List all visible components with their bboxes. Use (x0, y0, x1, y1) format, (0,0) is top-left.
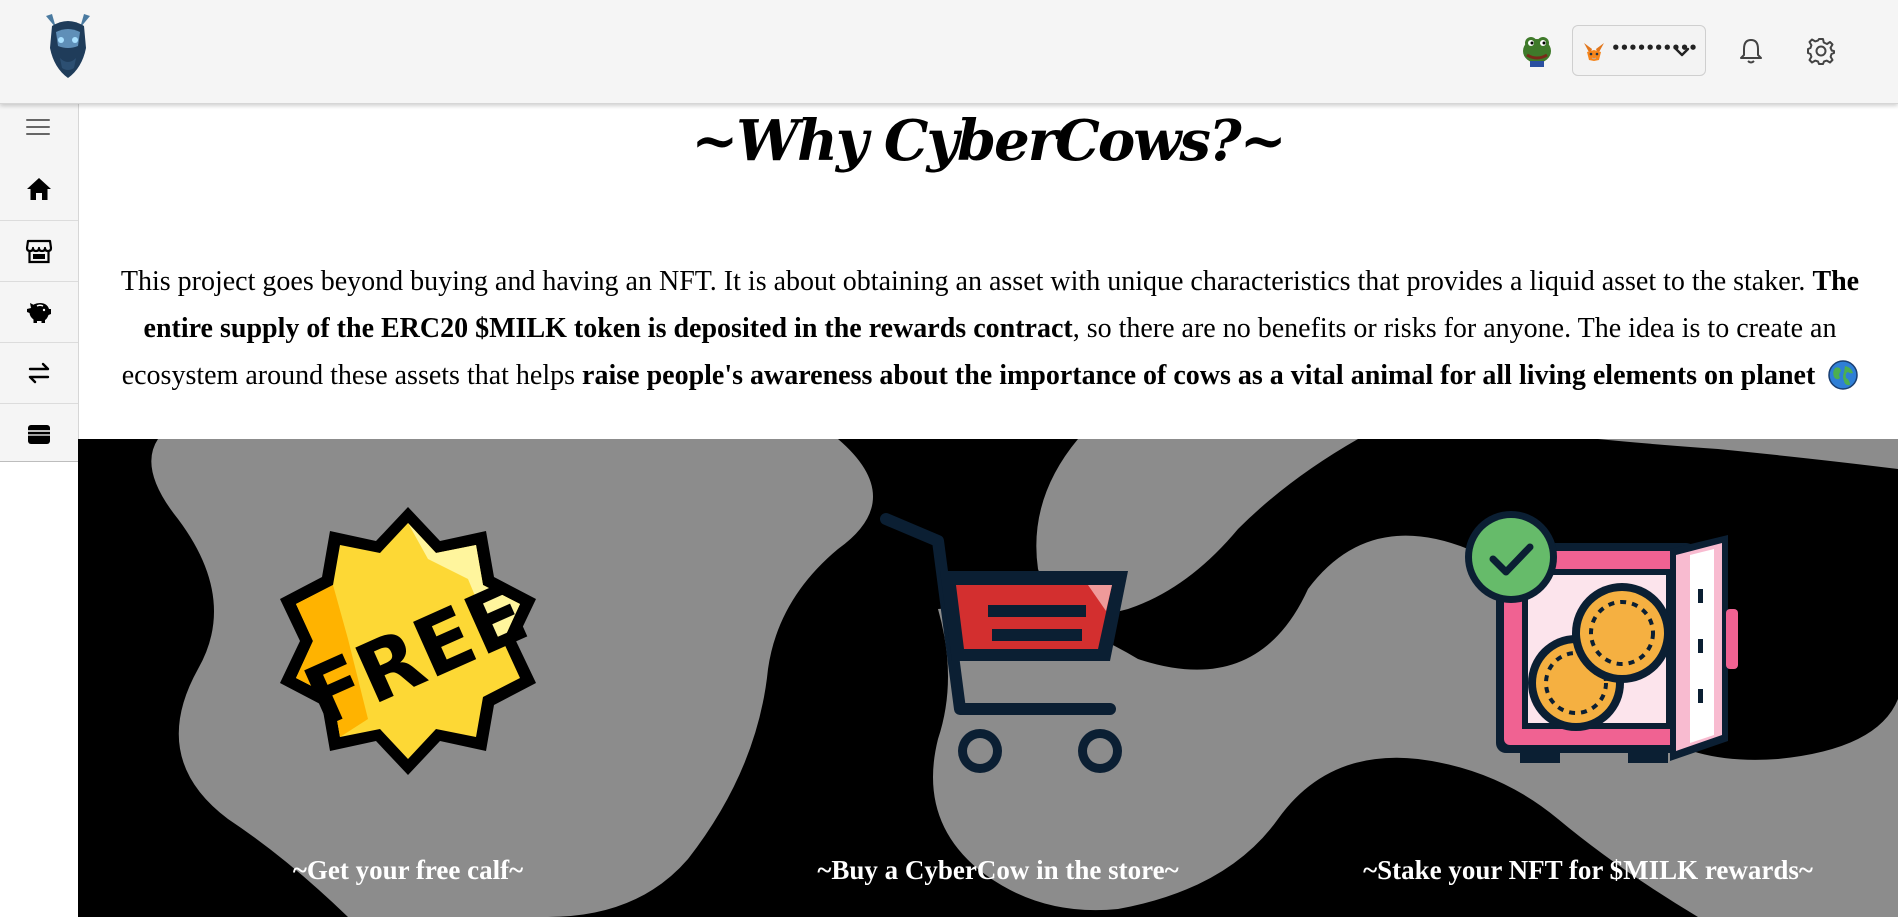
wallet-account-dropdown[interactable]: •••••••••• (1572, 25, 1706, 76)
feature-label-stake-nft: ~Stake your NFT for $MILK rewards~ (1363, 855, 1813, 885)
features-banner: FREE ~Get your free calf~ ~Buy a CyberCo… (78, 439, 1898, 917)
feature-free-calf: FREE ~Get your free calf~ (148, 479, 668, 917)
feature-buy-cybercow: ~Buy a CyberCow in the store~ (738, 479, 1258, 917)
piggy-bank-icon (27, 302, 51, 323)
vault-coins-icon (1465, 511, 1738, 763)
sidebar-item-home[interactable] (0, 159, 78, 219)
notifications-bell-icon[interactable] (1736, 36, 1766, 66)
top-bar: •••••••••• (0, 0, 1898, 104)
description-bold-2: raise people's awareness about the impor… (582, 360, 1816, 391)
globe-icon (1828, 360, 1859, 390)
swap-arrows-icon (28, 362, 50, 383)
project-description: This project goes beyond buying and havi… (90, 258, 1890, 399)
shopping-cart-icon (880, 513, 1128, 773)
cybercow-logo-icon[interactable] (38, 8, 98, 80)
wallet-icon (28, 424, 50, 444)
free-badge-icon: FREE (280, 507, 541, 775)
sidebar-item-swap[interactable] (0, 342, 78, 402)
settings-gear-icon[interactable] (1806, 36, 1836, 66)
description-text-1: This project goes beyond buying and havi… (120, 266, 1813, 297)
sidebar-item-staking[interactable] (0, 281, 78, 341)
sidebar-item-store[interactable] (0, 220, 78, 280)
home-icon (27, 178, 51, 200)
feature-label-free-calf: ~Get your free calf~ (292, 855, 524, 885)
pepe-avatar-icon[interactable] (1521, 33, 1553, 67)
feature-stake-nft: ~Stake your NFT for $MILK rewards~ (1328, 479, 1848, 917)
feature-label-buy-cybercow: ~Buy a CyberCow in the store~ (817, 855, 1179, 885)
metamask-fox-icon (1584, 43, 1604, 61)
sidebar-item-wallet[interactable] (0, 403, 78, 463)
menu-hamburger-icon[interactable] (24, 113, 52, 141)
sidebar (0, 103, 79, 462)
chevron-down-icon (1674, 47, 1690, 57)
store-icon (25, 239, 53, 263)
page-title: ~Why CyberCows?~ (691, 108, 1286, 174)
